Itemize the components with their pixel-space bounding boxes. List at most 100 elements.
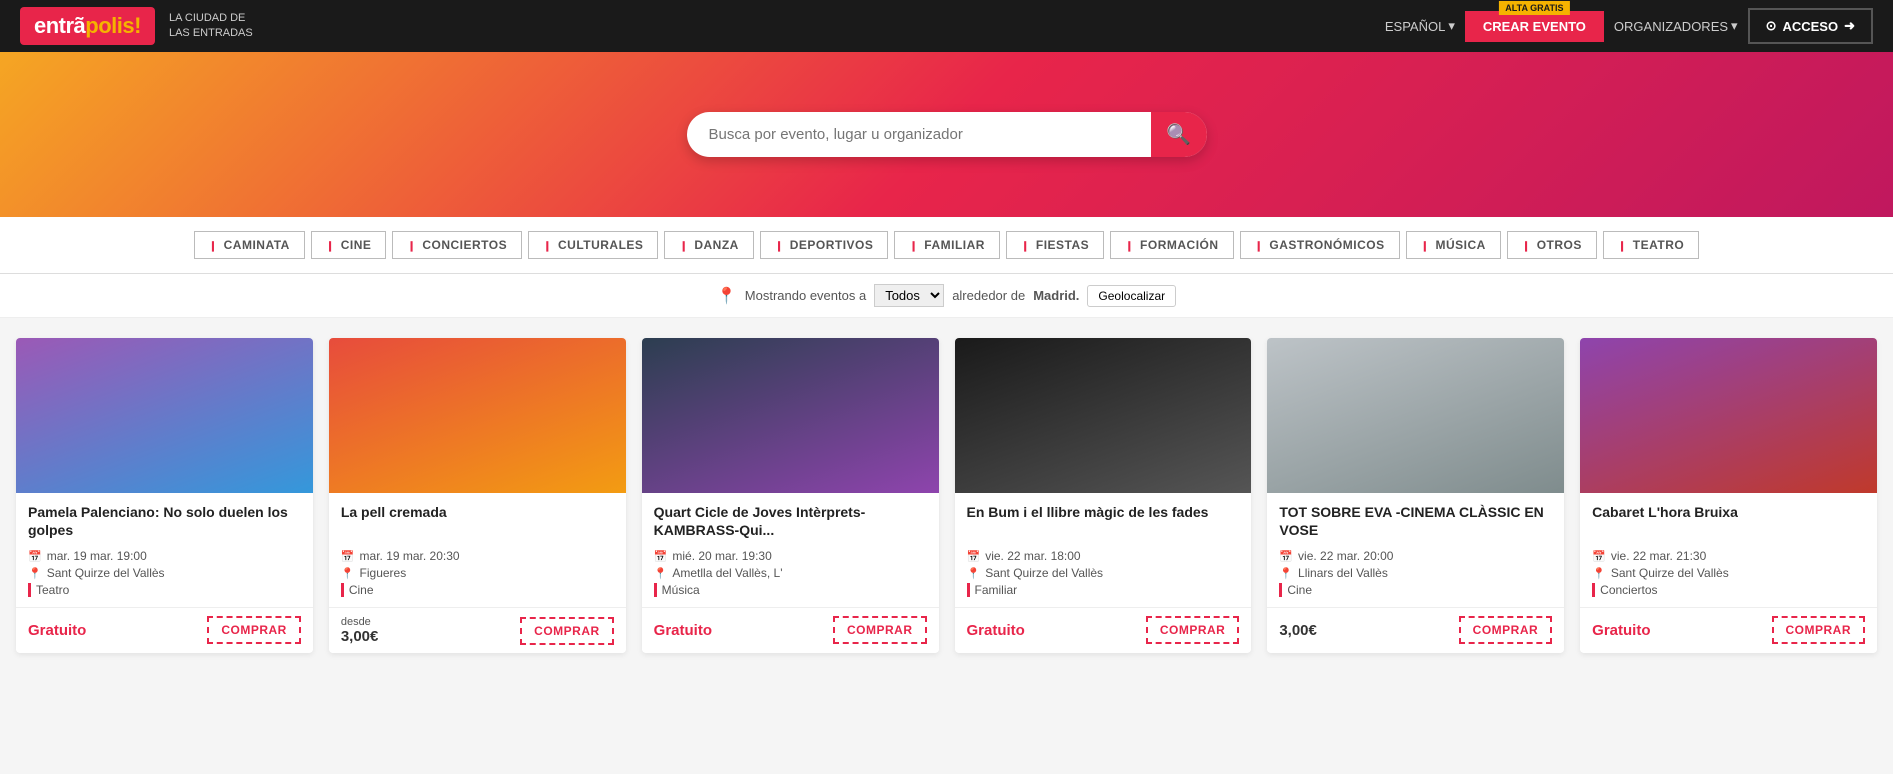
buy-button-1[interactable]: COMPRAR	[207, 616, 301, 644]
category-bar	[654, 583, 657, 597]
event-category-2: Cine	[341, 583, 614, 597]
event-category-3: Música	[654, 583, 927, 597]
event-card-1: Pamela Palenciano: No solo duelen los go…	[16, 338, 313, 653]
event-date-4: 📅vie. 22 mar. 18:00	[967, 549, 1240, 563]
event-price-5: 3,00€	[1279, 622, 1317, 639]
buy-button-2[interactable]: COMPRAR	[520, 617, 614, 645]
location-icon: 📍	[1592, 567, 1606, 580]
header-right: ESPAÑOL ▾ ALTA GRATIS CREAR EVENTO ORGAN…	[1385, 8, 1873, 44]
event-date-2: 📅mar. 19 mar. 20:30	[341, 549, 614, 563]
event-card-4: En Bum i el llibre màgic de les fades 📅vi…	[955, 338, 1252, 653]
event-footer-6: Gratuito COMPRAR	[1580, 607, 1877, 652]
category-button-cine[interactable]: CINE	[311, 231, 387, 259]
event-card-5: TOT SOBRE EVA -CINEMA CLÀSSIC EN VOSE 📅vi…	[1267, 338, 1564, 653]
event-location-2: 📍Figueres	[341, 566, 614, 580]
category-button-fiestas[interactable]: FIESTAS	[1006, 231, 1104, 259]
event-image-5	[1267, 338, 1564, 493]
event-card-6: Cabaret L'hora Bruixa 📅vie. 22 mar. 21:30…	[1580, 338, 1877, 653]
location-icon: 📍	[28, 567, 42, 580]
language-button[interactable]: ESPAÑOL ▾	[1385, 18, 1455, 34]
category-bar	[967, 583, 970, 597]
event-title-2[interactable]: La pell cremada	[341, 503, 614, 541]
event-location-6: 📍Sant Quirze del Vallès	[1592, 566, 1865, 580]
category-button-deportivos[interactable]: DEPORTIVOS	[760, 231, 889, 259]
location-icon: 📍	[341, 567, 355, 580]
calendar-icon: 📅	[28, 550, 42, 563]
location-pin-icon: 📍	[717, 286, 737, 306]
alta-gratis-badge: ALTA GRATIS	[1499, 1, 1569, 15]
header: entrãpolis! LA CIUDAD DE LAS ENTRADAS ES…	[0, 0, 1893, 52]
category-button-teatro[interactable]: TEATRO	[1603, 231, 1699, 259]
event-image-6	[1580, 338, 1877, 493]
category-button-danza[interactable]: DANZA	[664, 231, 753, 259]
event-title-1[interactable]: Pamela Palenciano: No solo duelen los go…	[28, 503, 301, 541]
event-title-6[interactable]: Cabaret L'hora Bruixa	[1592, 503, 1865, 541]
crear-evento-button[interactable]: ALTA GRATIS CREAR EVENTO	[1465, 11, 1604, 42]
chevron-down-icon: ▾	[1448, 18, 1455, 34]
distance-select[interactable]: Todos10 km25 km50 km	[874, 284, 944, 307]
event-location-3: 📍Ametlla del Vallès, L'	[654, 566, 927, 580]
event-title-4[interactable]: En Bum i el llibre màgic de les fades	[967, 503, 1240, 541]
category-bar	[1592, 583, 1595, 597]
event-image-1	[16, 338, 313, 493]
buy-button-6[interactable]: COMPRAR	[1772, 616, 1866, 644]
buy-button-3[interactable]: COMPRAR	[833, 616, 927, 644]
event-title-5[interactable]: TOT SOBRE EVA -CINEMA CLÀSSIC EN VOSE	[1279, 503, 1552, 541]
event-footer-2: desde3,00€ COMPRAR	[329, 607, 626, 653]
category-button-musica[interactable]: MÚSICA	[1406, 231, 1501, 259]
event-footer-4: Gratuito COMPRAR	[955, 607, 1252, 652]
calendar-icon: 📅	[1592, 550, 1606, 563]
hero-section: 🔍	[0, 52, 1893, 217]
category-bar	[341, 583, 344, 597]
search-button[interactable]: 🔍	[1151, 112, 1207, 157]
category-bar	[28, 583, 31, 597]
user-icon: ⊙	[1766, 18, 1777, 34]
event-date-3: 📅mié. 20 mar. 19:30	[654, 549, 927, 563]
event-location-5: 📍Llinars del Vallès	[1279, 566, 1552, 580]
calendar-icon: 📅	[654, 550, 668, 563]
buy-button-5[interactable]: COMPRAR	[1459, 616, 1553, 644]
event-image-3	[642, 338, 939, 493]
arrow-right-icon: ➜	[1844, 18, 1855, 34]
search-input[interactable]	[687, 112, 1151, 157]
location-icon: 📍	[967, 567, 981, 580]
location-icon: 📍	[1279, 567, 1293, 580]
event-footer-3: Gratuito COMPRAR	[642, 607, 939, 652]
event-card-3: Quart Cicle de Joves Intèrprets-KAMBRASS…	[642, 338, 939, 653]
category-button-familiar[interactable]: FAMILIAR	[894, 231, 1000, 259]
category-button-caminata[interactable]: CAMINATA	[194, 231, 305, 259]
search-icon: 🔍	[1166, 122, 1191, 147]
category-bar	[1279, 583, 1282, 597]
geolocalize-button[interactable]: Geolocalizar	[1087, 285, 1176, 307]
location-city: Madrid.	[1033, 288, 1079, 303]
acceso-button[interactable]: ⊙ ACCESO ➜	[1748, 8, 1873, 44]
category-button-gastronomicos[interactable]: GASTRONÓMICOS	[1240, 231, 1400, 259]
event-title-3[interactable]: Quart Cicle de Joves Intèrprets-KAMBRASS…	[654, 503, 927, 541]
event-price-free-6: Gratuito	[1592, 622, 1650, 639]
location-icon: 📍	[654, 567, 668, 580]
event-price-from-2: desde3,00€	[341, 616, 379, 645]
around-text: alrededor de	[952, 288, 1025, 303]
event-footer-1: GratuitoCOMPRAR	[16, 607, 313, 652]
event-category-5: Cine	[1279, 583, 1552, 597]
organizadores-button[interactable]: ORGANIZADORES ▾	[1614, 18, 1738, 34]
event-date-6: 📅vie. 22 mar. 21:30	[1592, 549, 1865, 563]
category-button-culturales[interactable]: CULTURALES	[528, 231, 658, 259]
event-location-4: 📍Sant Quirze del Vallès	[967, 566, 1240, 580]
event-category-6: Conciertos	[1592, 583, 1865, 597]
category-button-formacion[interactable]: FORMACIÓN	[1110, 231, 1233, 259]
event-image-4	[955, 338, 1252, 493]
event-date-5: 📅vie. 22 mar. 20:00	[1279, 549, 1552, 563]
logo[interactable]: entrãpolis!	[20, 7, 155, 45]
search-bar: 🔍	[687, 112, 1207, 157]
event-footer-5: 3,00€ COMPRAR	[1267, 607, 1564, 652]
event-date-1: 📅mar. 19 mar. 19:00	[28, 549, 301, 563]
event-price-free-3: Gratuito	[654, 622, 712, 639]
event-image-2	[329, 338, 626, 493]
event-category-1: Teatro	[28, 583, 301, 597]
event-category-4: Familiar	[967, 583, 1240, 597]
event-price-free-4: Gratuito	[967, 622, 1025, 639]
buy-button-4[interactable]: COMPRAR	[1146, 616, 1240, 644]
category-button-conciertos[interactable]: CONCIERTOS	[392, 231, 522, 259]
category-button-otros[interactable]: OTROS	[1507, 231, 1597, 259]
